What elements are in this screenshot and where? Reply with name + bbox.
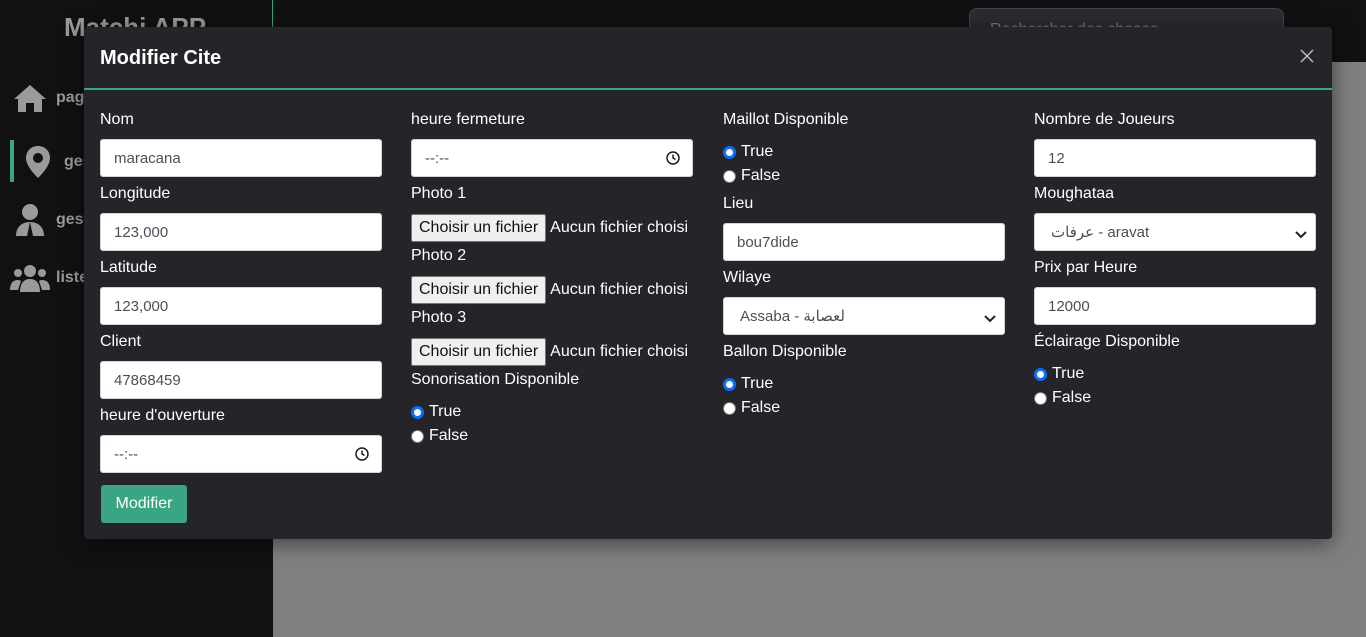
nombre-joueurs-input[interactable]: 12 xyxy=(1034,139,1316,177)
nom-label: Nom xyxy=(100,111,134,128)
radio-label: True xyxy=(429,403,462,420)
modal-title: Modifier Cite xyxy=(100,47,222,69)
client-input[interactable]: 47868459 xyxy=(100,361,382,399)
client-label: Client xyxy=(100,333,141,350)
radio-label: True xyxy=(1052,365,1085,382)
heure-ouverture-label: heure d'ouverture xyxy=(100,407,225,424)
radio-label: False xyxy=(741,399,781,416)
radio-unchecked-icon[interactable] xyxy=(1034,391,1047,405)
heure-fermeture-label: heure fermeture xyxy=(411,111,525,128)
latitude-label: Latitude xyxy=(100,259,157,276)
radio-label: False xyxy=(429,427,469,444)
photo1-file-input: Choisir un fichier Aucun fichier choisi xyxy=(411,214,688,242)
wilaye-selected-value: Assaba - لعصابة xyxy=(740,308,845,325)
longitude-input[interactable]: 123,000 xyxy=(100,213,382,251)
photo1-choose-button[interactable]: Choisir un fichier xyxy=(411,214,547,242)
photo2-file-input: Choisir un fichier Aucun fichier choisi xyxy=(411,276,688,304)
wilaye-select[interactable]: Assaba - لعصابة xyxy=(723,297,1005,335)
photo2-status: Aucun fichier choisi xyxy=(550,281,688,298)
heure-ouverture-input[interactable]: --:-- xyxy=(100,435,382,473)
active-indicator xyxy=(10,140,14,182)
maillot-true-radio[interactable]: True xyxy=(723,143,773,161)
wilaye-label: Wilaye xyxy=(723,269,772,286)
prix-heure-input[interactable]: 12000 xyxy=(1034,287,1316,325)
longitude-label: Longitude xyxy=(100,185,171,202)
radio-label: False xyxy=(1052,389,1092,406)
nom-input[interactable]: maracana xyxy=(100,139,382,177)
sonorisation-false-radio[interactable]: False xyxy=(411,427,468,445)
sonorisation-true-radio[interactable]: True xyxy=(411,403,461,421)
modal-header: Modifier Cite xyxy=(84,27,1332,90)
heure-fermeture-input[interactable]: --:-- xyxy=(411,139,693,177)
map-pin-icon xyxy=(18,144,58,180)
time-value: --:-- xyxy=(425,149,450,167)
user-tie-icon xyxy=(10,202,50,238)
close-button[interactable] xyxy=(1298,48,1316,68)
nombre-joueurs-label: Nombre de Joueurs xyxy=(1034,111,1175,128)
ballon-false-radio[interactable]: False xyxy=(723,399,780,417)
prix-heure-label: Prix par Heure xyxy=(1034,259,1138,276)
latitude-input[interactable]: 123,000 xyxy=(100,287,382,325)
lieu-input[interactable]: bou7dide xyxy=(723,223,1005,261)
maillot-false-radio[interactable]: False xyxy=(723,167,780,185)
radio-label: True xyxy=(741,375,774,392)
clock-icon[interactable] xyxy=(666,151,680,169)
edit-cite-modal: Modifier Cite Nom maracana Longitude 123… xyxy=(84,27,1332,539)
ballon-label: Ballon Disponible xyxy=(723,343,847,360)
moughataa-label: Moughataa xyxy=(1034,185,1115,202)
chevron-down-icon xyxy=(984,311,996,328)
home-icon xyxy=(10,80,50,116)
photo3-choose-button[interactable]: Choisir un fichier xyxy=(411,338,547,366)
maillot-label: Maillot Disponible xyxy=(723,111,849,128)
photo2-label: Photo 2 xyxy=(411,247,467,264)
moughataa-selected-value: عرفات - aravat xyxy=(1051,224,1150,241)
ballon-true-radio[interactable]: True xyxy=(723,375,773,393)
modifier-button[interactable]: Modifier xyxy=(101,485,187,523)
time-value: --:-- xyxy=(114,445,139,463)
radio-checked-icon[interactable] xyxy=(723,377,736,391)
photo3-label: Photo 3 xyxy=(411,309,467,326)
lieu-label: Lieu xyxy=(723,195,754,212)
photo3-file-input: Choisir un fichier Aucun fichier choisi xyxy=(411,338,688,366)
eclairage-false-radio[interactable]: False xyxy=(1034,389,1091,407)
moughataa-select[interactable]: عرفات - aravat xyxy=(1034,213,1316,251)
radio-unchecked-icon[interactable] xyxy=(723,401,736,415)
eclairage-label: Éclairage Disponible xyxy=(1034,333,1180,350)
chevron-down-icon xyxy=(1295,227,1307,244)
radio-checked-icon[interactable] xyxy=(411,405,424,419)
sonorisation-label: Sonorisation Disponible xyxy=(411,371,580,388)
radio-unchecked-icon[interactable] xyxy=(411,429,424,443)
users-icon xyxy=(10,260,50,296)
photo3-status: Aucun fichier choisi xyxy=(550,343,688,360)
close-icon xyxy=(1300,48,1314,68)
photo1-status: Aucun fichier choisi xyxy=(550,219,688,236)
radio-checked-icon[interactable] xyxy=(723,145,736,159)
photo1-label: Photo 1 xyxy=(411,185,467,202)
photo2-choose-button[interactable]: Choisir un fichier xyxy=(411,276,547,304)
clock-icon[interactable] xyxy=(355,447,369,465)
radio-unchecked-icon[interactable] xyxy=(723,169,736,183)
radio-label: False xyxy=(741,167,781,184)
sidebar-item-label: pag xyxy=(56,89,85,106)
radio-label: True xyxy=(741,143,774,160)
eclairage-true-radio[interactable]: True xyxy=(1034,365,1084,383)
radio-checked-icon[interactable] xyxy=(1034,367,1047,381)
